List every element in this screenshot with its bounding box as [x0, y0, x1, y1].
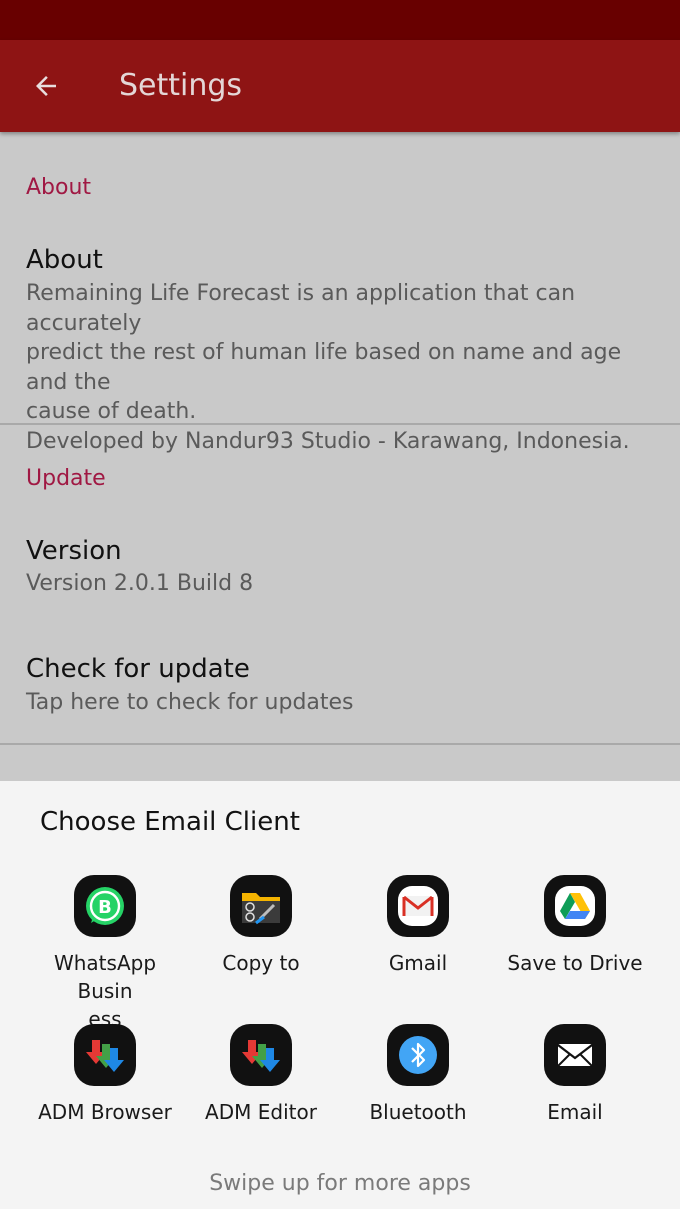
- gmail-icon: [387, 875, 449, 937]
- app-save-to-drive[interactable]: Save to Drive: [490, 875, 660, 1015]
- app-email[interactable]: Email: [490, 1024, 660, 1164]
- about-summary-line: Remaining Life Forecast is an applicatio…: [26, 281, 576, 336]
- about-title: About: [26, 245, 103, 275]
- check-update-title: Check for update: [26, 654, 250, 684]
- copy-to-icon: [230, 875, 292, 937]
- app-label: Gmail: [337, 949, 499, 977]
- arrow-left-icon: [36, 76, 56, 96]
- app-label: ADM Browser: [24, 1098, 186, 1126]
- app-label-line: ADM Editor: [205, 1100, 317, 1124]
- app-label: ADM Editor: [180, 1098, 342, 1126]
- adm-browser-icon: [74, 1024, 136, 1086]
- app-label-line: Copy to: [222, 951, 300, 975]
- app-bar: Settings: [0, 40, 680, 132]
- about-summary-line: predict the rest of human life based on …: [26, 340, 622, 395]
- email-icon: [544, 1024, 606, 1086]
- app-adm-browser[interactable]: ADM Browser: [20, 1024, 190, 1164]
- svg-text:B: B: [98, 897, 112, 918]
- app-bluetooth[interactable]: Bluetooth: [333, 1024, 503, 1164]
- share-sheet: Choose Email Client B WhatsApp Busin ess: [0, 781, 680, 1209]
- app-label-line: ADM Browser: [38, 1100, 172, 1124]
- divider: [0, 423, 680, 425]
- status-bar: [0, 0, 680, 40]
- app-label: Bluetooth: [337, 1098, 499, 1126]
- app-label: Email: [494, 1098, 656, 1126]
- app-adm-editor[interactable]: ADM Editor: [176, 1024, 346, 1164]
- app-copy-to[interactable]: Copy to: [176, 875, 346, 1015]
- version-summary: Version 2.0.1 Build 8: [26, 571, 254, 596]
- app-label-line: Save to Drive: [507, 951, 643, 975]
- google-drive-icon: [544, 875, 606, 937]
- app-label: WhatsApp Busin ess: [24, 949, 186, 1033]
- app-label-line: Bluetooth: [369, 1100, 467, 1124]
- check-update-summary: Tap here to check for updates: [26, 690, 354, 715]
- whatsapp-business-icon: B: [74, 875, 136, 937]
- divider: [0, 743, 680, 745]
- about-summary-line: Developed by Nandur93 Studio - Karawang,…: [26, 428, 630, 454]
- back-button[interactable]: [22, 62, 70, 110]
- page-title: Settings: [119, 68, 243, 103]
- settings-list: About About Remaining Life Forecast is a…: [0, 132, 680, 782]
- app-label-line: WhatsApp Busin: [53, 951, 157, 1003]
- chooser-title: Choose Email Client: [40, 807, 300, 837]
- app-label: Save to Drive: [494, 949, 656, 977]
- app-label-line: Email: [547, 1100, 603, 1124]
- bluetooth-icon: [387, 1024, 449, 1086]
- app-whatsapp-business[interactable]: B WhatsApp Busin ess: [20, 875, 190, 1031]
- about-summary: Remaining Life Forecast is an applicatio…: [26, 279, 656, 456]
- app-label: Copy to: [180, 949, 342, 977]
- section-header-about: About: [26, 175, 92, 200]
- version-title: Version: [26, 536, 122, 566]
- adm-editor-icon: [230, 1024, 292, 1086]
- section-header-update: Update: [26, 466, 106, 491]
- app-label-line: Gmail: [388, 951, 448, 975]
- app-gmail[interactable]: Gmail: [333, 875, 503, 1015]
- swipe-hint: Swipe up for more apps: [209, 1171, 471, 1196]
